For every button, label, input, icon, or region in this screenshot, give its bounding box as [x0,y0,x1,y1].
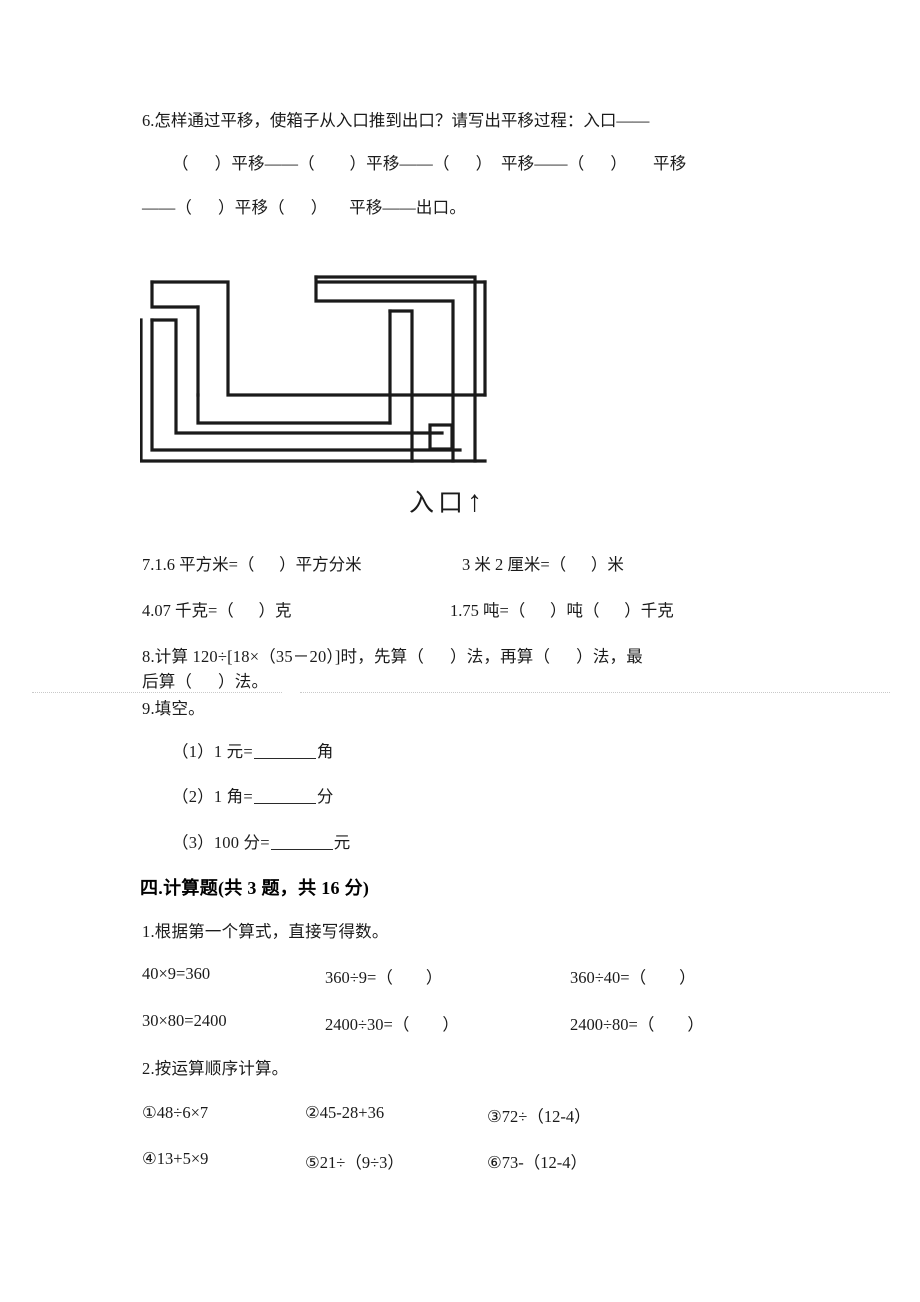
section-4-q2-prompt: 2.按运算顺序计算。 [142,1059,289,1078]
question-9-item-2-suffix: 分 [316,787,334,806]
question-9-blank-3[interactable] [270,834,333,850]
entrance-text: 入口 [409,490,468,517]
question-6-line-2: （ ）平移——（ ）平移——（ ） 平移——（ ） 平移 [172,154,687,173]
question-9-item-3-prefix: （3）100 分= [172,833,270,852]
question-7-left-2: 4.07 千克=（ ）克 [142,601,292,620]
q1-row-2-col-2: 2400÷30=（ ） [325,1015,459,1034]
maze-wall-trough-lower [196,393,392,425]
maze-wall-left-channel-inner [150,318,444,435]
section-4-q1-prompt: 1.根据第一个算式，直接写得数。 [142,922,389,941]
q1-row-2-col-3: 2400÷80=（ ） [570,1015,704,1034]
section-4-title: 四.计算题(共 3 题，共 16 分) [140,878,370,898]
q1-row-1-col-3: 360÷40=（ ） [570,968,696,987]
question-9-item-3-suffix: 元 [333,833,351,852]
maze-wall-outer-bottom [140,318,487,463]
question-9-item-2: （2）1 角= 分 [172,785,334,810]
question-7-right-2: 1.75 吨=（ ）吨（ ）千克 [450,601,674,620]
question-9-item-1-suffix: 角 [316,742,334,761]
question-9-item-1: （1）1 元= 角 [172,740,334,765]
worksheet-page: 6.怎样通过平移，使箱子从入口推到出口？请写出平移过程：入口—— （ ）平移——… [0,0,920,1302]
maze-entrance-box [428,423,454,451]
question-9-item-1-prefix: （1）1 元= [172,742,253,761]
q2-row-1-col-2: ②45-28+36 [305,1103,385,1122]
q2-row-1-col-1: ①48÷6×7 [142,1103,209,1122]
maze-wall-top-left-stub [150,280,200,309]
question-6-line-1: 6.怎样通过平移，使箱子从入口推到出口？请写出平移过程：入口—— [142,111,650,130]
q2-row-2-col-2: ⑤21÷（9÷3） [305,1153,404,1172]
q1-row-1-col-2: 360÷9=（ ） [325,968,443,987]
page-divider-left [32,692,282,694]
question-9-blank-2[interactable] [253,788,316,804]
question-8-line-1: 8.计算 120÷[18×（35－20）]时，先算（ ）法，再算（ ）法，最 [142,647,643,666]
q2-row-2-col-3: ⑥73-（12-4） [487,1153,588,1172]
question-6-line-3: ——（ ）平移（ ） 平移——出口。 [142,198,467,217]
question-9-blank-1[interactable] [253,743,316,759]
question-9-item-3: （3）100 分= 元 [172,831,350,856]
maze-wall-right-finger-right [388,309,414,463]
q2-row-1-col-3: ③72÷（12-4） [487,1107,591,1126]
q1-row-1-col-1: 40×9=360 [142,964,211,983]
q1-row-2-col-1: 30×80=2400 [142,1011,227,1030]
q2-row-2-col-1: ④13+5×9 [142,1149,209,1168]
page-divider-right [300,692,890,694]
maze-wall-upper-left-spine [150,280,487,397]
maze-entrance-label: 入口↑ [368,455,482,547]
up-arrow-icon: ↑ [467,485,483,518]
question-9-item-2-prefix: （2）1 角= [172,787,253,806]
question-9-title: 9.填空。 [142,699,205,718]
question-7-right-1: 3 米 2 厘米=（ ）米 [462,555,624,574]
question-7-left-1: 7.1.6 平方米=（ ）平方分米 [142,555,362,574]
